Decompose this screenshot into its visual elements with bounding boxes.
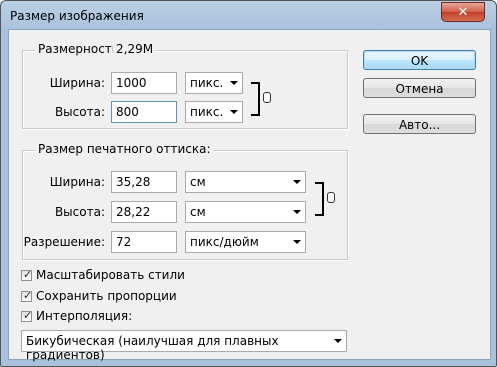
pixel-height-label: Высота: <box>54 105 105 119</box>
print-width-label: Ширина: <box>49 175 105 189</box>
pixel-height-unit-select[interactable]: пикс. <box>185 101 243 123</box>
chevron-down-icon <box>293 210 301 214</box>
resample-checkbox[interactable]: ✓ Интерполяция: <box>21 309 132 323</box>
pixel-width-unit-select[interactable]: пикс. <box>185 72 243 94</box>
resolution-label: Разрешение: <box>23 235 105 249</box>
print-size-label: Размер печатного оттиска: <box>35 142 214 156</box>
chevron-down-icon <box>334 339 342 343</box>
constrain-proportions-label: Сохранить пропорции <box>36 289 177 303</box>
ok-button[interactable]: OK <box>363 50 476 70</box>
chevron-down-icon <box>230 81 238 85</box>
scale-styles-checkbox[interactable]: ✓ Масштабировать стили <box>21 268 185 282</box>
print-height-input[interactable]: 28,22 <box>111 201 177 223</box>
auto-button[interactable]: Авто... <box>363 114 476 134</box>
checkmark-icon: ✓ <box>23 308 33 322</box>
pixel-width-label: Ширина: <box>49 76 105 90</box>
checkbox-box: ✓ <box>21 267 33 281</box>
constrain-proportions-checkbox[interactable]: ✓ Сохранить пропорции <box>21 289 177 303</box>
resolution-unit-select[interactable]: пикс/дюйм <box>185 231 306 253</box>
checkbox-box: ✓ <box>21 288 33 302</box>
checkmark-icon: ✓ <box>23 267 33 281</box>
pixel-link-bracket <box>251 82 260 116</box>
close-icon: ✕ <box>457 4 469 20</box>
dialog-body: Размерность: 2,29M Ширина: 1000 пикс. Вы… <box>8 29 491 362</box>
dialog-window: Размер изображения ✕ Размерность: 2,29M … <box>0 0 497 367</box>
print-width-input[interactable]: 35,28 <box>111 171 177 193</box>
pixel-width-input[interactable]: 1000 <box>111 72 177 94</box>
scale-styles-label: Масштабировать стили <box>36 268 185 282</box>
checkbox-box: ✓ <box>21 308 33 322</box>
pixel-dimensions-size: 2,29M <box>113 42 157 56</box>
print-width-unit-select[interactable]: см <box>185 171 306 193</box>
print-height-unit-select[interactable]: см <box>185 201 306 223</box>
chain-link-icon <box>327 192 335 203</box>
resample-method-select[interactable]: Бикубическая (наилучшая для плавных град… <box>21 330 347 362</box>
window-title: Размер изображения <box>10 9 144 23</box>
chevron-down-icon <box>293 240 301 244</box>
print-height-label: Высота: <box>54 205 105 219</box>
chain-link-icon <box>263 92 271 103</box>
print-link-bracket <box>315 182 324 216</box>
chevron-down-icon <box>230 110 238 114</box>
resolution-input[interactable]: 72 <box>111 231 177 253</box>
close-button[interactable]: ✕ <box>441 2 485 22</box>
chevron-down-icon <box>293 180 301 184</box>
checkmark-icon: ✓ <box>23 288 33 302</box>
cancel-button[interactable]: Отмена <box>363 78 476 98</box>
title-bar[interactable]: Размер изображения ✕ <box>1 1 496 29</box>
pixel-height-input[interactable]: 800 <box>111 101 177 123</box>
resample-label: Интерполяция: <box>36 309 133 323</box>
